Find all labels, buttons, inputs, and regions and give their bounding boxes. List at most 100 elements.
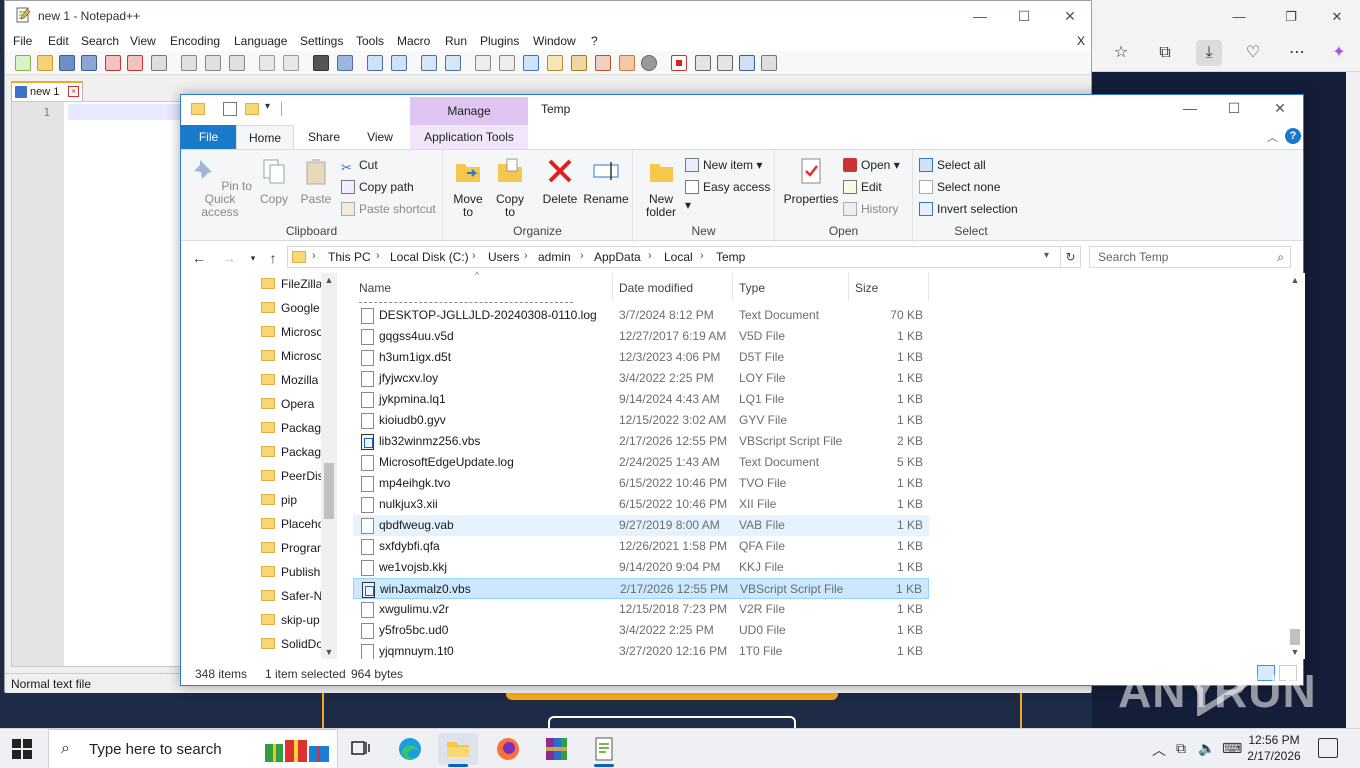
more-options-icon[interactable]: ⋯ <box>1284 40 1310 66</box>
nav-folder-item[interactable]: FileZilla <box>261 277 323 299</box>
column-date-modified[interactable]: Date modified <box>613 273 733 301</box>
explorer-minimize-button[interactable]: — <box>1175 97 1205 119</box>
new-item-button[interactable]: New item ▾ <box>685 156 762 174</box>
paste-icon[interactable] <box>229 55 245 71</box>
recent-locations-icon[interactable]: ▾ <box>243 249 263 267</box>
notepad-maximize-button[interactable]: ☐ <box>1009 5 1039 27</box>
browser-close-button[interactable]: ✕ <box>1326 6 1348 28</box>
file-row[interactable]: jfyjwcxv.loy 3/4/2022 2:25 PM LOY File 1 KB <box>353 368 929 389</box>
zoom-out-icon[interactable] <box>391 55 407 71</box>
close-icon[interactable] <box>105 55 121 71</box>
network-icon[interactable]: ⧉ <box>1176 740 1186 757</box>
file-row[interactable]: we1vojsb.kkj 9/14/2020 9:04 PM KKJ File 1 K… <box>353 557 929 578</box>
notepad-minimize-button[interactable]: — <box>965 5 995 27</box>
tab-home[interactable]: Home <box>236 125 294 149</box>
copy-button[interactable]: Copy <box>257 156 291 206</box>
nav-folder-item[interactable]: pip <box>261 493 323 515</box>
save-all-icon[interactable] <box>81 55 97 71</box>
edge-icon[interactable] <box>390 733 430 765</box>
notepad-plus-plus-icon[interactable] <box>584 733 624 767</box>
nav-folder-item[interactable]: Opera <box>261 397 323 419</box>
udl-icon[interactable] <box>547 55 563 71</box>
nav-folder-item[interactable]: Packag <box>261 421 323 443</box>
monitoring-icon[interactable] <box>641 55 657 71</box>
play-macro-icon[interactable] <box>717 55 733 71</box>
new-folder-button[interactable]: New folder <box>637 156 685 219</box>
breadcrumb-temp[interactable]: Temp <box>716 250 745 264</box>
nav-folder-item[interactable]: skip-up <box>261 613 323 635</box>
taskbar-search-input[interactable]: ⌕ Type here to search <box>48 729 338 768</box>
close-all-icon[interactable] <box>127 55 143 71</box>
file-row[interactable]: mp4eihgk.tvo 6/15/2022 10:46 PM TVO File 1 … <box>353 473 929 494</box>
search-input[interactable]: Search Temp ⌕ <box>1089 246 1291 268</box>
nav-folder-item[interactable]: Google <box>261 301 323 323</box>
winrar-icon[interactable] <box>536 733 576 765</box>
function-list-icon[interactable] <box>595 55 611 71</box>
doc-map-icon[interactable] <box>571 55 587 71</box>
address-history-icon[interactable]: ▾ <box>1044 250 1049 261</box>
zoom-in-icon[interactable] <box>367 55 383 71</box>
notepad-close-button[interactable]: ✕ <box>1055 5 1085 27</box>
redo-icon[interactable] <box>283 55 299 71</box>
task-view-icon[interactable] <box>340 733 380 765</box>
firefox-icon[interactable] <box>488 733 528 765</box>
explorer-maximize-button[interactable]: ☐ <box>1219 97 1249 119</box>
copy-to-button[interactable]: Copy to <box>491 156 529 219</box>
tab-close-icon[interactable]: × <box>68 86 79 97</box>
paste-button[interactable]: Paste <box>299 156 333 206</box>
show-hidden-icons-icon[interactable]: ︿ <box>1152 740 1166 760</box>
new-folder-quick-icon[interactable] <box>245 103 259 115</box>
indent-guide-icon[interactable] <box>523 55 539 71</box>
record-macro-icon[interactable] <box>671 55 687 71</box>
browser-scrollbar[interactable] <box>1346 72 1360 728</box>
rename-button[interactable]: Rename <box>583 156 629 206</box>
system-clock[interactable]: 12:56 PM 2/17/2026 <box>1240 732 1308 764</box>
tab-application-tools[interactable]: Application Tools <box>410 125 528 149</box>
menu-view[interactable]: View <box>130 34 156 48</box>
open-file-icon[interactable] <box>37 55 53 71</box>
refresh-icon[interactable]: ↻ <box>1061 246 1081 268</box>
nav-scrollbar[interactable]: ▲ ▼ <box>321 273 337 659</box>
nav-folder-item[interactable]: Microso <box>261 349 323 371</box>
menu-language[interactable]: Language <box>234 34 287 48</box>
customize-quick-access-icon[interactable]: ▾ <box>265 101 279 115</box>
file-row[interactable]: h3um1igx.d5t 12/3/2023 4:06 PM D5T File 1 K… <box>353 347 929 368</box>
explorer-close-button[interactable]: ✕ <box>1265 97 1295 119</box>
forward-arrow-icon[interactable]: → <box>219 249 239 267</box>
help-icon[interactable]: ? <box>1285 128 1301 144</box>
paste-shortcut-button[interactable]: Paste shortcut <box>341 200 436 218</box>
breadcrumb-this-pc[interactable]: This PC <box>328 250 371 264</box>
close-document-button[interactable]: X <box>1077 34 1085 48</box>
run-macro-multiple-icon[interactable] <box>739 55 755 71</box>
file-row[interactable]: DESKTOP-JGLLJLD-20240308-0110.log 3/7/202… <box>353 305 929 326</box>
nav-folder-item[interactable]: Mozilla <box>261 373 323 395</box>
collections-icon[interactable]: ⧉ <box>1152 40 1178 66</box>
replace-icon[interactable] <box>337 55 353 71</box>
up-arrow-icon[interactable]: ↑ <box>263 249 283 267</box>
select-none-button[interactable]: Select none <box>919 178 1000 196</box>
nav-folder-item[interactable]: PeerDis <box>261 469 323 491</box>
file-row-selected[interactable]: winJaxmalz0.vbs 2/17/2026 12:55 PM VBScrip… <box>353 578 929 599</box>
nav-folder-item[interactable]: Safer-N <box>261 589 323 611</box>
sync-horizontal-icon[interactable] <box>445 55 461 71</box>
properties-button[interactable]: Properties <box>783 156 839 206</box>
file-row[interactable]: kioiudb0.gyv 12/15/2022 3:02 AM GYV File 1 … <box>353 410 929 431</box>
nav-folder-item[interactable]: Publish <box>261 565 323 587</box>
notifications-icon[interactable] <box>1318 738 1338 758</box>
menu-plugins[interactable]: Plugins <box>480 34 519 48</box>
menu-window[interactable]: Window <box>533 34 576 48</box>
browser-essentials-icon[interactable]: ♡ <box>1240 40 1266 66</box>
column-name[interactable]: Name <box>353 273 613 301</box>
print-icon[interactable] <box>151 55 167 71</box>
stop-macro-icon[interactable] <box>695 55 711 71</box>
minimize-ribbon-icon[interactable]: ︿ <box>1267 129 1278 145</box>
nav-folder-item[interactable]: Microso <box>261 325 323 347</box>
breadcrumb-admin[interactable]: admin <box>538 250 571 264</box>
breadcrumb-local-disk[interactable]: Local Disk (C:) <box>390 250 469 264</box>
tab-new-1[interactable]: new 1 × <box>11 81 83 101</box>
show-all-chars-icon[interactable] <box>499 55 515 71</box>
file-row[interactable]: y5fro5bc.ud0 3/4/2022 2:25 PM UD0 File 1 KB <box>353 620 929 641</box>
volume-icon[interactable]: 🔈 <box>1198 740 1215 757</box>
properties-quick-icon[interactable] <box>223 102 237 116</box>
undo-icon[interactable] <box>259 55 275 71</box>
